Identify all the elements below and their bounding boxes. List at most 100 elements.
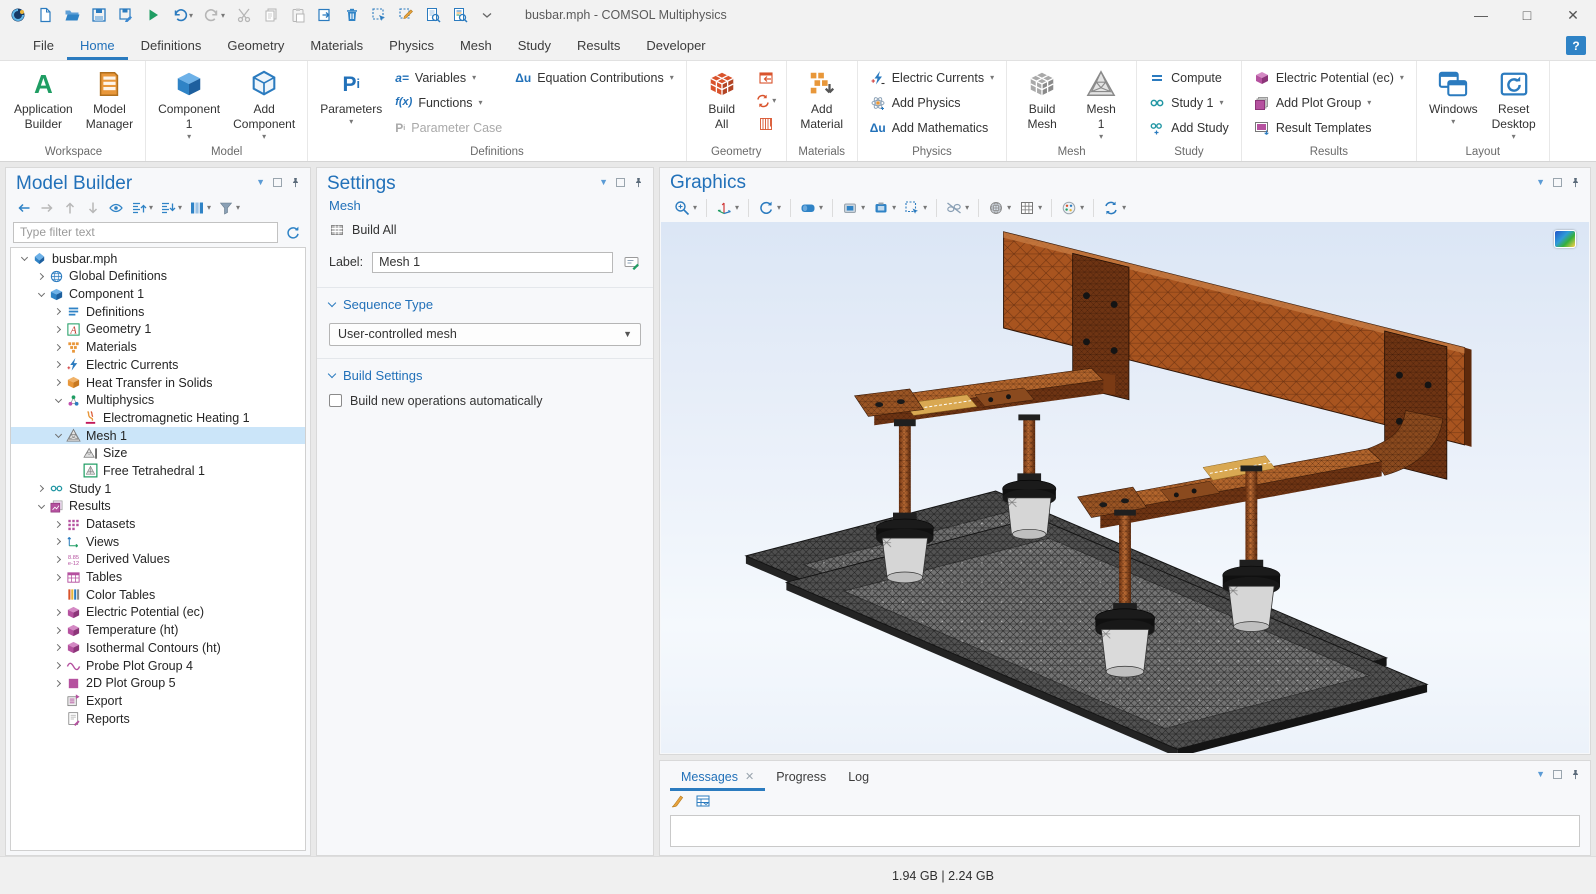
tree-expander-icon[interactable]	[51, 434, 66, 437]
ribbon-component-1-button[interactable]: Component 1▾	[153, 64, 225, 141]
tree-item-export[interactable]: Export	[11, 692, 305, 710]
tree-expander-icon[interactable]	[34, 505, 49, 508]
animation-button[interactable]: ▾	[869, 198, 900, 218]
tree-expander-icon[interactable]	[51, 628, 66, 633]
tab-physics[interactable]: Physics	[376, 33, 447, 60]
tab-progress[interactable]: Progress	[765, 764, 837, 791]
rebuild-button[interactable]: ▾	[753, 90, 779, 111]
tree-expander-icon[interactable]	[51, 362, 66, 367]
tab-materials[interactable]: Materials	[297, 33, 376, 60]
build-new-operations-checkbox[interactable]	[329, 394, 342, 407]
grid-button[interactable]: ▾	[1015, 198, 1046, 218]
ribbon-build-mesh-button[interactable]: Build Mesh	[1014, 64, 1070, 132]
tree-expander-icon[interactable]	[51, 327, 66, 332]
tab-home[interactable]: Home	[67, 33, 128, 60]
tree-item-busbar-mph[interactable]: busbar.mph	[11, 250, 305, 268]
rotate-button[interactable]: ▾	[754, 198, 785, 218]
help-button[interactable]: ?	[1566, 36, 1586, 55]
tree-item-color-tables[interactable]: Color Tables	[11, 586, 305, 604]
tree-expander-icon[interactable]	[51, 522, 66, 527]
tree-item-heat-transfer-in-solids[interactable]: Heat Transfer in Solids	[11, 374, 305, 392]
ribbon-variables-button[interactable]: a=Variables▾	[390, 65, 507, 90]
ribbon-add-study-button[interactable]: Add Study	[1144, 115, 1234, 140]
build-settings-section-header[interactable]: Build Settings	[329, 368, 641, 383]
tree-expander-icon[interactable]	[51, 399, 66, 402]
tree-item-electric-currents[interactable]: Electric Currents	[11, 356, 305, 374]
tree-item-component-1[interactable]: Component 1	[11, 285, 305, 303]
update-button[interactable]: ▾	[1099, 198, 1130, 218]
panel-menu-button[interactable]: ▼	[256, 178, 265, 187]
tab-definitions[interactable]: Definitions	[128, 33, 215, 60]
ribbon-model-manager-button[interactable]: Model Manager	[81, 64, 138, 132]
tree-item-mesh-1[interactable]: Mesh 1	[11, 427, 305, 445]
view-options-button[interactable]: ▾	[984, 198, 1015, 218]
tree-expander-icon[interactable]	[51, 681, 66, 686]
scene-button[interactable]: ▾	[796, 198, 827, 218]
panel-menu-button[interactable]: ▼	[1536, 178, 1545, 187]
sequence-type-select[interactable]: User-controlled mesh ▼	[329, 323, 641, 346]
messages-output[interactable]	[670, 815, 1580, 847]
new-file-button[interactable]	[33, 3, 57, 27]
panel-float-button[interactable]	[1553, 178, 1562, 187]
ribbon-add-physics-button[interactable]: Add Physics	[865, 90, 999, 115]
tab-log[interactable]: Log	[837, 764, 880, 791]
close-button[interactable]: ✕	[1550, 0, 1596, 30]
ribbon-application-builder-button[interactable]: AApplication Builder	[9, 64, 78, 132]
sequence-type-section-header[interactable]: Sequence Type	[329, 297, 641, 312]
ribbon-study-1-button[interactable]: Study 1▾	[1144, 90, 1234, 115]
customize-toolbar-button[interactable]	[475, 3, 499, 27]
tree-item-definitions[interactable]: Definitions	[11, 303, 305, 321]
tree-expander-icon[interactable]	[51, 575, 66, 580]
ribbon-result-templates-button[interactable]: Result Templates	[1249, 115, 1409, 140]
tree-item-results[interactable]: Results	[11, 497, 305, 515]
tab-study[interactable]: Study	[505, 33, 564, 60]
duplicate-button[interactable]	[313, 3, 337, 27]
image-button[interactable]: ▾	[838, 198, 869, 218]
ribbon-add-material-button[interactable]: Add Material	[794, 64, 850, 132]
ribbon-mesh-1-button[interactable]: Mesh 1▾	[1073, 64, 1129, 141]
paste-button[interactable]	[286, 3, 310, 27]
tree-expander-icon[interactable]	[51, 345, 66, 350]
ribbon-compute-button[interactable]: Compute	[1144, 65, 1234, 90]
ribbon-parameters-button[interactable]: PiParameters▾	[315, 64, 387, 126]
filter-input[interactable]	[13, 222, 278, 243]
select-box-button[interactable]: ▾	[900, 198, 931, 218]
redo-button[interactable]: ▾	[200, 3, 229, 27]
ribbon-add-plot-group-button[interactable]: Add Plot Group▾	[1249, 90, 1409, 115]
tree-item-materials[interactable]: Materials	[11, 338, 305, 356]
move-down-button[interactable]	[83, 198, 103, 218]
graphics-canvas[interactable]	[661, 222, 1589, 753]
copy-button[interactable]	[259, 3, 283, 27]
tree-expander-icon[interactable]	[34, 293, 49, 296]
find-button[interactable]	[421, 3, 445, 27]
plot-settings-button[interactable]	[1554, 230, 1576, 248]
filter-button[interactable]: ▾	[216, 198, 242, 218]
view-axes-button[interactable]: ▾	[712, 198, 743, 218]
hide-button[interactable]: ▾	[942, 198, 973, 218]
clear-messages-button[interactable]	[670, 793, 686, 812]
tree-expander-icon[interactable]	[51, 380, 66, 385]
save-as-button[interactable]	[114, 3, 138, 27]
panel-pin-button[interactable]	[633, 177, 644, 188]
close-tab-icon[interactable]: ✕	[745, 772, 754, 783]
open-button[interactable]	[60, 3, 84, 27]
panel-float-button[interactable]	[273, 178, 282, 187]
tree-item-reports[interactable]: Reports	[11, 710, 305, 728]
tree-item-derived-values[interactable]: 8.85e-12Derived Values	[11, 551, 305, 569]
move-up-button[interactable]	[60, 198, 80, 218]
tree-item-global-definitions[interactable]: Global Definitions	[11, 268, 305, 286]
ribbon-electric-potential-ec-button[interactable]: Electric Potential (ec)▾	[1249, 65, 1409, 90]
tree-expander-icon[interactable]	[34, 274, 49, 279]
tree-item-electromagnetic-heating-1[interactable]: Electromagnetic Heating 1	[11, 409, 305, 427]
back-button[interactable]	[14, 198, 34, 218]
ribbon-add-mathematics-button[interactable]: ΔuAdd Mathematics	[865, 115, 999, 140]
panel-float-button[interactable]	[1553, 770, 1562, 779]
model-tree-nodes-button[interactable]: ▾	[187, 198, 213, 218]
tree-expander-icon[interactable]	[51, 309, 66, 314]
save-button[interactable]	[87, 3, 111, 27]
select-button[interactable]	[367, 3, 391, 27]
tab-results[interactable]: Results	[564, 33, 633, 60]
tab-developer[interactable]: Developer	[633, 33, 718, 60]
tab-mesh[interactable]: Mesh	[447, 33, 505, 60]
panel-pin-button[interactable]	[1570, 177, 1581, 188]
